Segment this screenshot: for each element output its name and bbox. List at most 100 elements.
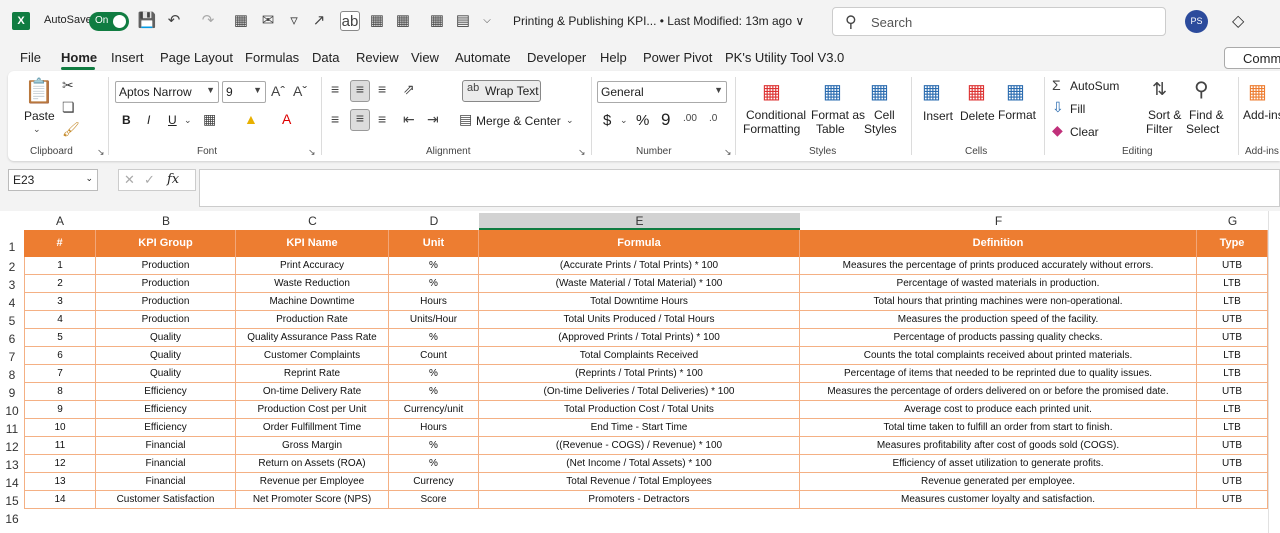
table-cell[interactable]: Units/Hour	[389, 311, 479, 329]
table-cell[interactable]: 5	[24, 329, 96, 347]
paste-dropdown-icon[interactable]: ⌄	[33, 124, 41, 135]
save-icon[interactable]: 💾	[137, 11, 157, 31]
number-format-select[interactable]: General ▼	[597, 81, 727, 103]
row-header[interactable]: 14	[0, 473, 24, 491]
font-name-select[interactable]: Aptos Narrow ▼	[115, 81, 219, 103]
align-top-icon[interactable]: ≡	[331, 81, 339, 97]
table-cell[interactable]: 8	[24, 383, 96, 401]
column-header-b[interactable]: B	[96, 213, 236, 230]
table-cell[interactable]: Production	[96, 275, 236, 293]
table-cell[interactable]: Customer Satisfaction	[96, 491, 236, 509]
table-cell[interactable]: Measures customer loyalty and satisfacti…	[800, 491, 1197, 509]
table-cell[interactable]: 4	[24, 311, 96, 329]
tab-review[interactable]: Review	[356, 50, 399, 65]
conditional-formatting-button[interactable]: Conditional	[746, 108, 806, 122]
table-cell[interactable]: Gross Margin	[236, 437, 389, 455]
table-cell[interactable]: UTB	[1197, 473, 1268, 491]
clear-icon[interactable]: ◆	[1052, 122, 1063, 139]
sort-filter-icon[interactable]: ⇅	[1152, 79, 1167, 100]
column-header-f[interactable]: F	[800, 213, 1197, 230]
table-cell[interactable]: Efficiency of asset utilization to gener…	[800, 455, 1197, 473]
table-cell[interactable]: Print Accuracy	[236, 257, 389, 275]
table-cell[interactable]: %	[389, 365, 479, 383]
autosave-toggle[interactable]: On	[89, 12, 129, 31]
row-header[interactable]: 7	[0, 347, 24, 365]
table-cell[interactable]: Efficiency	[96, 419, 236, 437]
cell-styles-button[interactable]: Cell	[874, 108, 895, 122]
format-cells-button[interactable]: Format	[998, 108, 1036, 122]
table-cell[interactable]: UTB	[1197, 311, 1268, 329]
table-icon[interactable]: ▦	[367, 11, 387, 31]
decrease-indent-icon[interactable]: ⇤	[403, 111, 415, 128]
table-cell[interactable]: (Approved Prints / Total Prints) * 100	[479, 329, 800, 347]
table-cell[interactable]: Total Complaints Received	[479, 347, 800, 365]
table-cell[interactable]: Percentage of items that needed to be re…	[800, 365, 1197, 383]
currency-dropdown-icon[interactable]: ⌄	[620, 115, 628, 126]
row-header[interactable]: 5	[0, 311, 24, 329]
document-title[interactable]: Printing & Publishing KPI... • Last Modi…	[513, 14, 804, 28]
table-cell[interactable]: (Accurate Prints / Total Prints) * 100	[479, 257, 800, 275]
table-cell[interactable]: Return on Assets (ROA)	[236, 455, 389, 473]
table-cell[interactable]: 9	[24, 401, 96, 419]
paste-icon[interactable]: 📋	[24, 77, 54, 106]
name-box[interactable]: E23 ⌄	[8, 169, 98, 191]
print-preview-icon[interactable]: ▤	[453, 11, 473, 31]
align-middle-icon[interactable]: ≡	[350, 80, 370, 102]
table-cell[interactable]: (Net Income / Total Assets) * 100	[479, 455, 800, 473]
table-cell[interactable]: End Time - Start Time	[479, 419, 800, 437]
tab-help[interactable]: Help	[600, 50, 627, 65]
row-header[interactable]: 4	[0, 293, 24, 311]
table-cell[interactable]: %	[389, 275, 479, 293]
table-header-cell[interactable]: Unit	[389, 230, 479, 257]
autosum-icon[interactable]: Σ	[1052, 77, 1061, 93]
table-cell[interactable]: %	[389, 383, 479, 401]
cancel-icon[interactable]: ✕	[124, 172, 135, 188]
row-header[interactable]: 13	[0, 455, 24, 473]
comma-button[interactable]: 9	[661, 110, 670, 130]
table-cell[interactable]: ((Revenue - COGS) / Revenue) * 100	[479, 437, 800, 455]
row-header[interactable]: 3	[0, 275, 24, 293]
table-cell[interactable]: Order Fulfillment Time	[236, 419, 389, 437]
add-ins-icon[interactable]: ▦	[1248, 79, 1267, 104]
undo-icon[interactable]: ↶	[164, 11, 184, 31]
table-cell[interactable]: Quality	[96, 365, 236, 383]
row-header[interactable]: 11	[0, 419, 24, 437]
email-icon[interactable]: ✉	[258, 11, 278, 31]
calculate-icon[interactable]: ▦	[427, 11, 447, 31]
table-cell[interactable]: LTB	[1197, 365, 1268, 383]
merge-dropdown-icon[interactable]: ⌄	[566, 115, 574, 126]
tab-automate[interactable]: Automate	[455, 50, 511, 65]
table-cell[interactable]: Financial	[96, 455, 236, 473]
table-cell[interactable]: Production Cost per Unit	[236, 401, 389, 419]
clipboard-launcher-icon[interactable]: ↘	[97, 147, 105, 158]
row-header[interactable]: 16	[0, 509, 24, 527]
align-center-icon[interactable]: ≡	[350, 109, 370, 131]
row-header[interactable]: 10	[0, 401, 24, 419]
sort-filter-button[interactable]: Sort &	[1148, 108, 1181, 122]
format-as-table-icon[interactable]: ▦	[823, 79, 842, 104]
table-cell[interactable]: 3	[24, 293, 96, 311]
increase-indent-icon[interactable]: ⇥	[427, 111, 439, 128]
table-cell[interactable]: 10	[24, 419, 96, 437]
share-icon[interactable]: ↗	[309, 11, 329, 31]
percent-button[interactable]: %	[636, 112, 649, 129]
insert-function-button[interactable]: fx	[167, 172, 179, 187]
filter-icon[interactable]: ▿	[284, 11, 304, 31]
column-header-g[interactable]: G	[1197, 213, 1268, 230]
table-cell[interactable]: (Waste Material / Total Material) * 100	[479, 275, 800, 293]
table-cell[interactable]: Measures the production speed of the fac…	[800, 311, 1197, 329]
font-color-icon[interactable]: A	[282, 111, 291, 127]
clear-button[interactable]: Clear	[1070, 125, 1099, 139]
table-header-cell[interactable]: Formula	[479, 230, 800, 257]
table-cell[interactable]: Customer Complaints	[236, 347, 389, 365]
table-cell[interactable]: Average cost to produce each printed uni…	[800, 401, 1197, 419]
table-cell[interactable]: 2	[24, 275, 96, 293]
italic-button[interactable]: I	[147, 113, 150, 127]
premium-diamond-icon[interactable]: ◇	[1232, 11, 1244, 31]
decrease-decimal-icon[interactable]: .0	[709, 113, 717, 124]
table-cell[interactable]: Percentage of wasted materials in produc…	[800, 275, 1197, 293]
table-header-cell[interactable]: KPI Group	[96, 230, 236, 257]
merge-icon[interactable]: ▤	[459, 111, 472, 128]
borders-icon[interactable]: ▦	[231, 11, 251, 31]
table-cell[interactable]: 6	[24, 347, 96, 365]
